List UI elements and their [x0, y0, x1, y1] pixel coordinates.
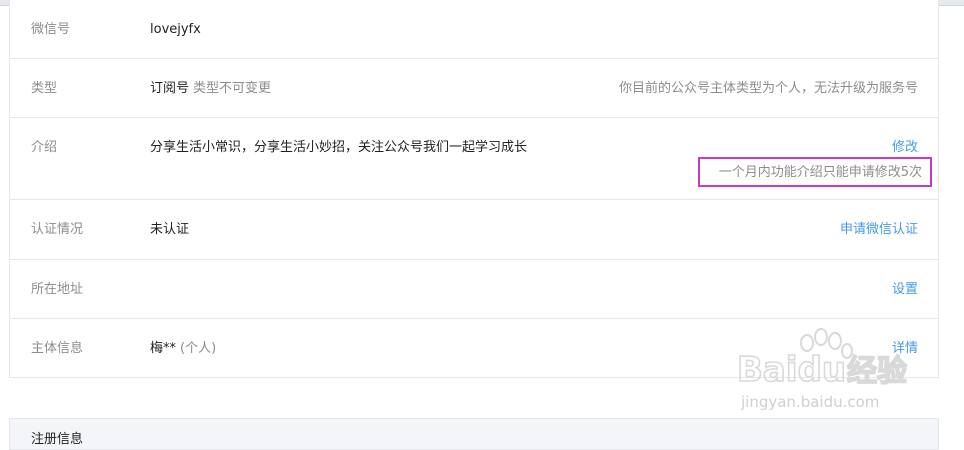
- watermark-url: jingyan.baidu.com: [740, 393, 879, 411]
- set-address-link[interactable]: 设置: [892, 281, 918, 299]
- label-type: 类型: [31, 81, 58, 96]
- type-upgrade-note: 你目前的公众号主体类型为个人，无法升级为服务号: [618, 81, 918, 96]
- label-address: 所在地址: [31, 282, 84, 297]
- entity-type: (个人): [180, 341, 217, 356]
- label-intro: 介绍: [31, 140, 58, 155]
- row-entity: 主体信息 梅** (个人) 详情: [10, 319, 938, 378]
- type-name: 订阅号: [150, 81, 190, 96]
- value-type: 订阅号 类型不可变更: [150, 80, 271, 98]
- apply-verification-link[interactable]: 申请微信认证: [840, 221, 918, 239]
- value-verification: 未认证: [150, 222, 190, 237]
- row-type: 类型 订阅号 类型不可变更 你目前的公众号主体类型为个人，无法升级为服务号: [10, 59, 938, 118]
- label-wechat-id: 微信号: [31, 22, 71, 37]
- label-verification: 认证情况: [31, 222, 84, 237]
- row-wechat-id: 微信号 lovejyfx: [10, 0, 938, 59]
- row-verification: 认证情况 未认证 申请微信认证: [10, 200, 938, 260]
- value-intro: 分享生活小常识，分享生活小妙招，关注公众号我们一起学习成长: [150, 140, 528, 155]
- intro-limit-note: 一个月内功能介绍只能申请修改5次: [718, 165, 922, 180]
- edit-intro-link[interactable]: 修改: [892, 139, 918, 157]
- entity-name: 梅**: [150, 341, 177, 356]
- value-wechat-id: lovejyfx: [150, 22, 201, 37]
- registration-info-title: 注册信息: [31, 432, 84, 447]
- intro-limit-highlight: 一个月内功能介绍只能申请修改5次: [698, 157, 932, 187]
- value-entity: 梅** (个人): [150, 340, 216, 358]
- label-entity: 主体信息: [31, 341, 84, 356]
- account-info-panel: 微信号 lovejyfx 类型 订阅号 类型不可变更 你目前的公众号主体类型为个人…: [9, 0, 939, 378]
- registration-info-section: 注册信息: [9, 418, 939, 450]
- type-sub-note: 类型不可变更: [193, 81, 272, 96]
- entity-details-link[interactable]: 详情: [892, 340, 918, 358]
- row-address: 所在地址 设置: [10, 260, 938, 319]
